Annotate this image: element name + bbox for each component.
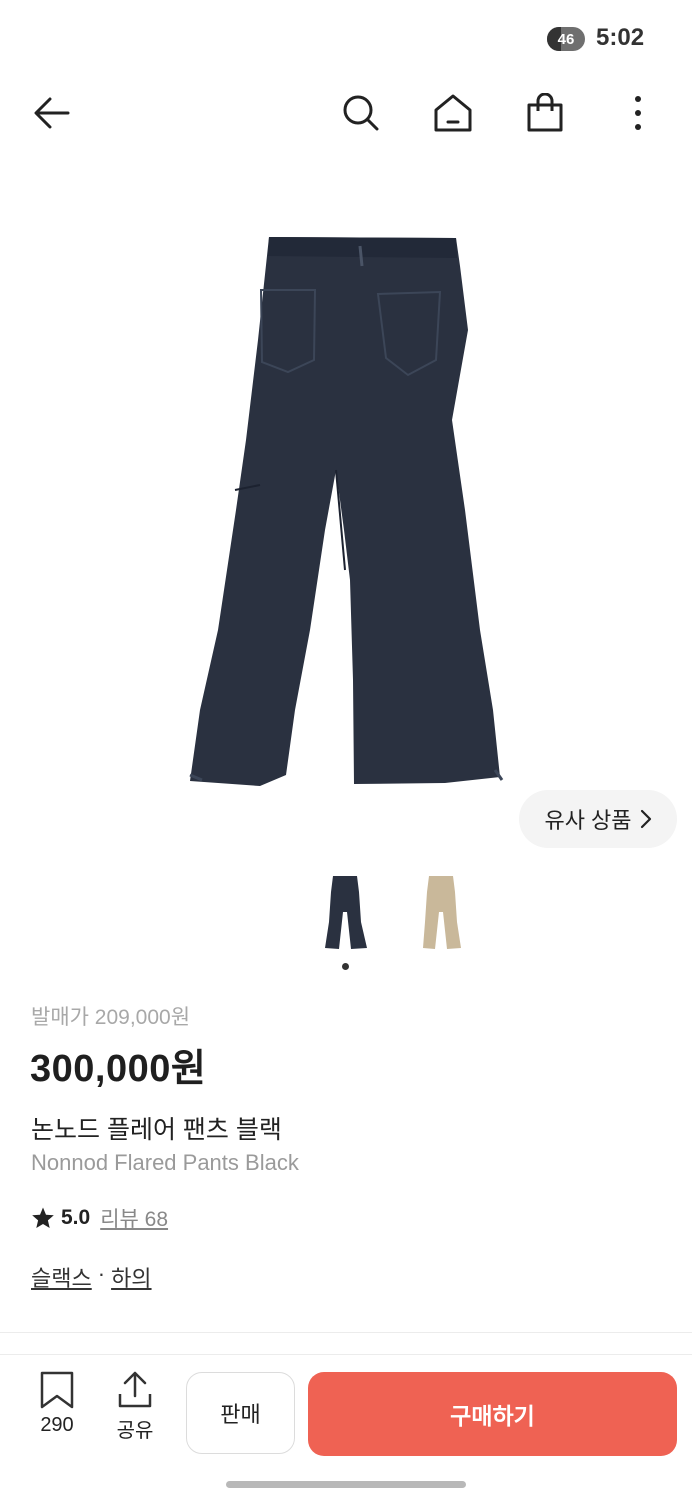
similar-products-label: 유사 상품 bbox=[544, 808, 632, 833]
divider bbox=[0, 1332, 692, 1333]
product-name-kr: 논노드 플레어 팬츠 블랙 bbox=[31, 1116, 282, 1144]
top-nav bbox=[0, 80, 692, 150]
category-breadcrumb: 슬랙스 · 하의 bbox=[31, 1261, 152, 1293]
carousel-indicator bbox=[342, 963, 349, 970]
home-button[interactable] bbox=[423, 80, 483, 146]
status-time: 5:02 bbox=[596, 24, 645, 51]
bookmark-count: 290 bbox=[40, 1414, 74, 1436]
category-separator: · bbox=[97, 1261, 106, 1286]
cart-button[interactable] bbox=[515, 80, 575, 146]
more-vertical-icon bbox=[635, 96, 641, 130]
home-icon bbox=[434, 94, 472, 132]
share-icon bbox=[118, 1371, 152, 1408]
home-indicator bbox=[226, 1481, 466, 1488]
back-button[interactable] bbox=[22, 80, 82, 146]
star-icon bbox=[32, 1207, 54, 1228]
product-name-en: Nonnod Flared Pants Black bbox=[31, 1150, 299, 1175]
arrow-left-icon bbox=[34, 97, 70, 129]
battery-indicator: 46 bbox=[547, 27, 585, 51]
share-button[interactable]: 공유 bbox=[104, 1370, 166, 1454]
rating-value: 5.0 bbox=[61, 1206, 91, 1229]
image-thumbnails bbox=[0, 872, 692, 952]
pants-image bbox=[189, 237, 504, 786]
product-image[interactable] bbox=[150, 210, 540, 810]
pants-thumbnail-icon bbox=[325, 876, 367, 949]
sell-button[interactable]: 판매 bbox=[186, 1372, 295, 1454]
chevron-right-icon bbox=[640, 809, 651, 829]
bookmark-button[interactable]: 290 bbox=[26, 1370, 88, 1454]
shopping-bag-icon bbox=[527, 93, 563, 132]
similar-products-button[interactable]: 유사 상품 bbox=[519, 790, 677, 848]
review-link[interactable]: 리뷰 68 bbox=[100, 1203, 168, 1233]
release-price: 발매가 209,000원 bbox=[31, 1006, 191, 1029]
buy-button[interactable]: 구매하기 bbox=[308, 1372, 677, 1456]
search-button[interactable] bbox=[331, 80, 391, 146]
bookmark-icon bbox=[40, 1371, 74, 1409]
thumbnail-black[interactable] bbox=[321, 872, 371, 952]
thumbnail-beige[interactable] bbox=[417, 872, 467, 952]
more-options-button[interactable] bbox=[608, 80, 668, 146]
category-link-bottoms[interactable]: 하의 bbox=[111, 1261, 151, 1293]
pants-thumbnail-icon bbox=[423, 876, 461, 949]
status-bar: 46 5:02 bbox=[0, 0, 692, 76]
current-price: 300,000원 bbox=[30, 1048, 207, 1090]
rating-row: 5.0 리뷰 68 bbox=[31, 1203, 168, 1233]
divider bbox=[0, 1354, 692, 1355]
bottom-action-bar: 290 공유 판매 구매하기 bbox=[0, 1370, 692, 1460]
category-link-slacks[interactable]: 슬랙스 bbox=[31, 1261, 92, 1293]
search-icon bbox=[343, 95, 379, 131]
share-label: 공유 bbox=[116, 1420, 154, 1442]
